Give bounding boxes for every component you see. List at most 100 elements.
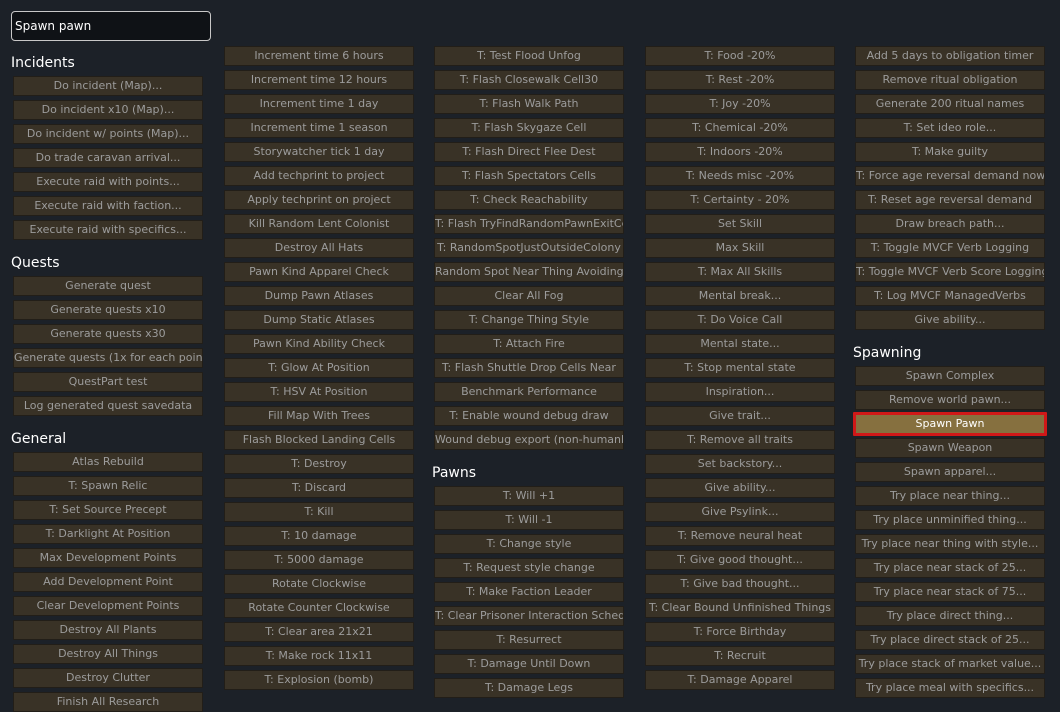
debug-action-button[interactable]: Dump Static Atlases	[224, 310, 414, 330]
debug-action-button[interactable]: Finish All Research	[13, 692, 203, 712]
debug-action-button[interactable]: T: Change Thing Style	[434, 310, 624, 330]
debug-action-button[interactable]: Try place near stack of 75...	[855, 582, 1045, 602]
debug-action-button[interactable]: Execute raid with specifics...	[13, 220, 203, 240]
debug-action-button[interactable]: T: Flash Skygaze Cell	[434, 118, 624, 138]
debug-action-button[interactable]: T: Request style change	[434, 558, 624, 578]
debug-action-button[interactable]: T: Do Voice Call	[645, 310, 835, 330]
debug-action-button[interactable]: Max Development Points	[13, 548, 203, 568]
debug-action-button[interactable]: T: Toggle MVCF Verb Score Logging	[855, 262, 1045, 282]
debug-action-button[interactable]: Generate quests x10	[13, 300, 203, 320]
debug-action-button[interactable]: T: Discard	[224, 478, 414, 498]
debug-action-button[interactable]: T: Joy -20%	[645, 94, 835, 114]
debug-action-button[interactable]: Destroy All Plants	[13, 620, 203, 640]
debug-action-button[interactable]: Execute raid with faction...	[13, 196, 203, 216]
debug-action-button[interactable]: T: Rest -20%	[645, 70, 835, 90]
debug-action-button[interactable]: T: Clear area 21x21	[224, 622, 414, 642]
debug-action-button[interactable]: Increment time 1 day	[224, 94, 414, 114]
debug-action-button[interactable]: T: Flash Walk Path	[434, 94, 624, 114]
debug-action-button[interactable]: Generate quests (1x for each points)	[13, 348, 203, 368]
debug-action-button[interactable]: Inspiration...	[645, 382, 835, 402]
debug-action-button[interactable]: T: Change style	[434, 534, 624, 554]
debug-action-button[interactable]: Give trait...	[645, 406, 835, 426]
debug-action-button[interactable]: Increment time 12 hours	[224, 70, 414, 90]
debug-action-button[interactable]: T: Enable wound debug draw	[434, 406, 624, 426]
debug-action-button[interactable]: Dump Pawn Atlases	[224, 286, 414, 306]
debug-action-button[interactable]: Random Spot Near Thing Avoiding Hostiles	[434, 262, 624, 282]
debug-action-button[interactable]: T: Make Faction Leader	[434, 582, 624, 602]
debug-action-button[interactable]: Give ability...	[855, 310, 1045, 330]
debug-action-button[interactable]: Draw breach path...	[855, 214, 1045, 234]
debug-action-button[interactable]: T: Flash Closewalk Cell30	[434, 70, 624, 90]
debug-action-button[interactable]: Try place meal with specifics...	[855, 678, 1045, 698]
debug-action-button[interactable]: Mental break...	[645, 286, 835, 306]
debug-action-button[interactable]: T: Glow At Position	[224, 358, 414, 378]
debug-action-button[interactable]: Pawn Kind Apparel Check	[224, 262, 414, 282]
debug-action-button[interactable]: Try place unminified thing...	[855, 510, 1045, 530]
debug-action-button[interactable]: Spawn Weapon	[855, 438, 1045, 458]
debug-action-button[interactable]: T: Max All Skills	[645, 262, 835, 282]
debug-action-button[interactable]: T: Make rock 11x11	[224, 646, 414, 666]
debug-action-button[interactable]: Generate quests x30	[13, 324, 203, 344]
debug-action-button[interactable]: T: Set Source Precept	[13, 500, 203, 520]
debug-action-button[interactable]: Add Development Point	[13, 572, 203, 592]
debug-action-button[interactable]: T: Clear Bound Unfinished Things	[645, 598, 835, 618]
debug-action-button[interactable]: Apply techprint on project	[224, 190, 414, 210]
debug-action-button[interactable]: T: Damage Legs	[434, 678, 624, 698]
debug-action-button[interactable]: T: Will +1	[434, 486, 624, 506]
debug-action-button[interactable]: Increment time 1 season	[224, 118, 414, 138]
debug-action-button[interactable]: T: Food -20%	[645, 46, 835, 66]
debug-action-button[interactable]: T: Recruit	[645, 646, 835, 666]
debug-action-button[interactable]: T: Force Birthday	[645, 622, 835, 642]
debug-action-button[interactable]: Add 5 days to obligation timer	[855, 46, 1045, 66]
debug-action-button[interactable]: Increment time 6 hours	[224, 46, 414, 66]
debug-action-button[interactable]: Kill Random Lent Colonist	[224, 214, 414, 234]
debug-action-button[interactable]: T: HSV At Position	[224, 382, 414, 402]
debug-action-button[interactable]: T: Log MVCF ManagedVerbs	[855, 286, 1045, 306]
debug-action-button[interactable]: Max Skill	[645, 238, 835, 258]
debug-action-button[interactable]: T: Give bad thought...	[645, 574, 835, 594]
debug-action-button[interactable]: T: Will -1	[434, 510, 624, 530]
debug-action-button[interactable]: Remove ritual obligation	[855, 70, 1045, 90]
debug-action-button[interactable]: T: Stop mental state	[645, 358, 835, 378]
debug-action-button[interactable]: Execute raid with points...	[13, 172, 203, 192]
debug-action-button[interactable]: Set backstory...	[645, 454, 835, 474]
spawn-pawn-button[interactable]: Spawn Pawn	[853, 412, 1047, 436]
debug-action-button[interactable]: T: Flash Shuttle Drop Cells Near	[434, 358, 624, 378]
debug-action-button[interactable]: Atlas Rebuild	[13, 452, 203, 472]
debug-action-button[interactable]: Try place direct stack of 25...	[855, 630, 1045, 650]
debug-action-button[interactable]: Try place near thing with style...	[855, 534, 1045, 554]
debug-action-button[interactable]: Destroy All Hats	[224, 238, 414, 258]
debug-action-button[interactable]: T: Damage Until Down	[434, 654, 624, 674]
debug-action-button[interactable]: T: Set ideo role...	[855, 118, 1045, 138]
debug-action-button[interactable]: Log generated quest savedata	[13, 396, 203, 416]
debug-action-button[interactable]: Try place stack of market value...	[855, 654, 1045, 674]
debug-action-button[interactable]: T: Give good thought...	[645, 550, 835, 570]
debug-action-button[interactable]: T: Clear Prisoner Interaction Schedule	[434, 606, 624, 626]
debug-action-button[interactable]: T: Chemical -20%	[645, 118, 835, 138]
debug-action-button[interactable]: Fill Map With Trees	[224, 406, 414, 426]
debug-action-button[interactable]: Generate 200 ritual names	[855, 94, 1045, 114]
debug-action-button[interactable]: T: Force age reversal demand now	[855, 166, 1045, 186]
debug-action-button[interactable]: Pawn Kind Ability Check	[224, 334, 414, 354]
debug-action-button[interactable]: T: Darklight At Position	[13, 524, 203, 544]
debug-action-button[interactable]: Destroy All Things	[13, 644, 203, 664]
debug-action-button[interactable]: T: Attach Fire	[434, 334, 624, 354]
debug-action-button[interactable]: T: Remove neural heat	[645, 526, 835, 546]
debug-action-button[interactable]: T: Test Flood Unfog	[434, 46, 624, 66]
debug-action-button[interactable]: Wound debug export (non-humanlike)	[434, 430, 624, 450]
debug-action-button[interactable]: T: Flash Spectators Cells	[434, 166, 624, 186]
debug-action-button[interactable]: Remove world pawn...	[855, 390, 1045, 410]
debug-action-button[interactable]: T: Make guilty	[855, 142, 1045, 162]
debug-action-button[interactable]: T: Flash Direct Flee Dest	[434, 142, 624, 162]
search-input[interactable]	[11, 11, 211, 41]
debug-action-button[interactable]: Do incident x10 (Map)...	[13, 100, 203, 120]
debug-action-button[interactable]: T: Reset age reversal demand	[855, 190, 1045, 210]
debug-action-button[interactable]: T: Spawn Relic	[13, 476, 203, 496]
debug-action-button[interactable]: Flash Blocked Landing Cells	[224, 430, 414, 450]
debug-action-button[interactable]: T: 10 damage	[224, 526, 414, 546]
debug-action-button[interactable]: T: Indoors -20%	[645, 142, 835, 162]
debug-action-button[interactable]: Clear All Fog	[434, 286, 624, 306]
debug-action-button[interactable]: T: Damage Apparel	[645, 670, 835, 690]
debug-action-button[interactable]: T: Toggle MVCF Verb Logging	[855, 238, 1045, 258]
debug-action-button[interactable]: Clear Development Points	[13, 596, 203, 616]
